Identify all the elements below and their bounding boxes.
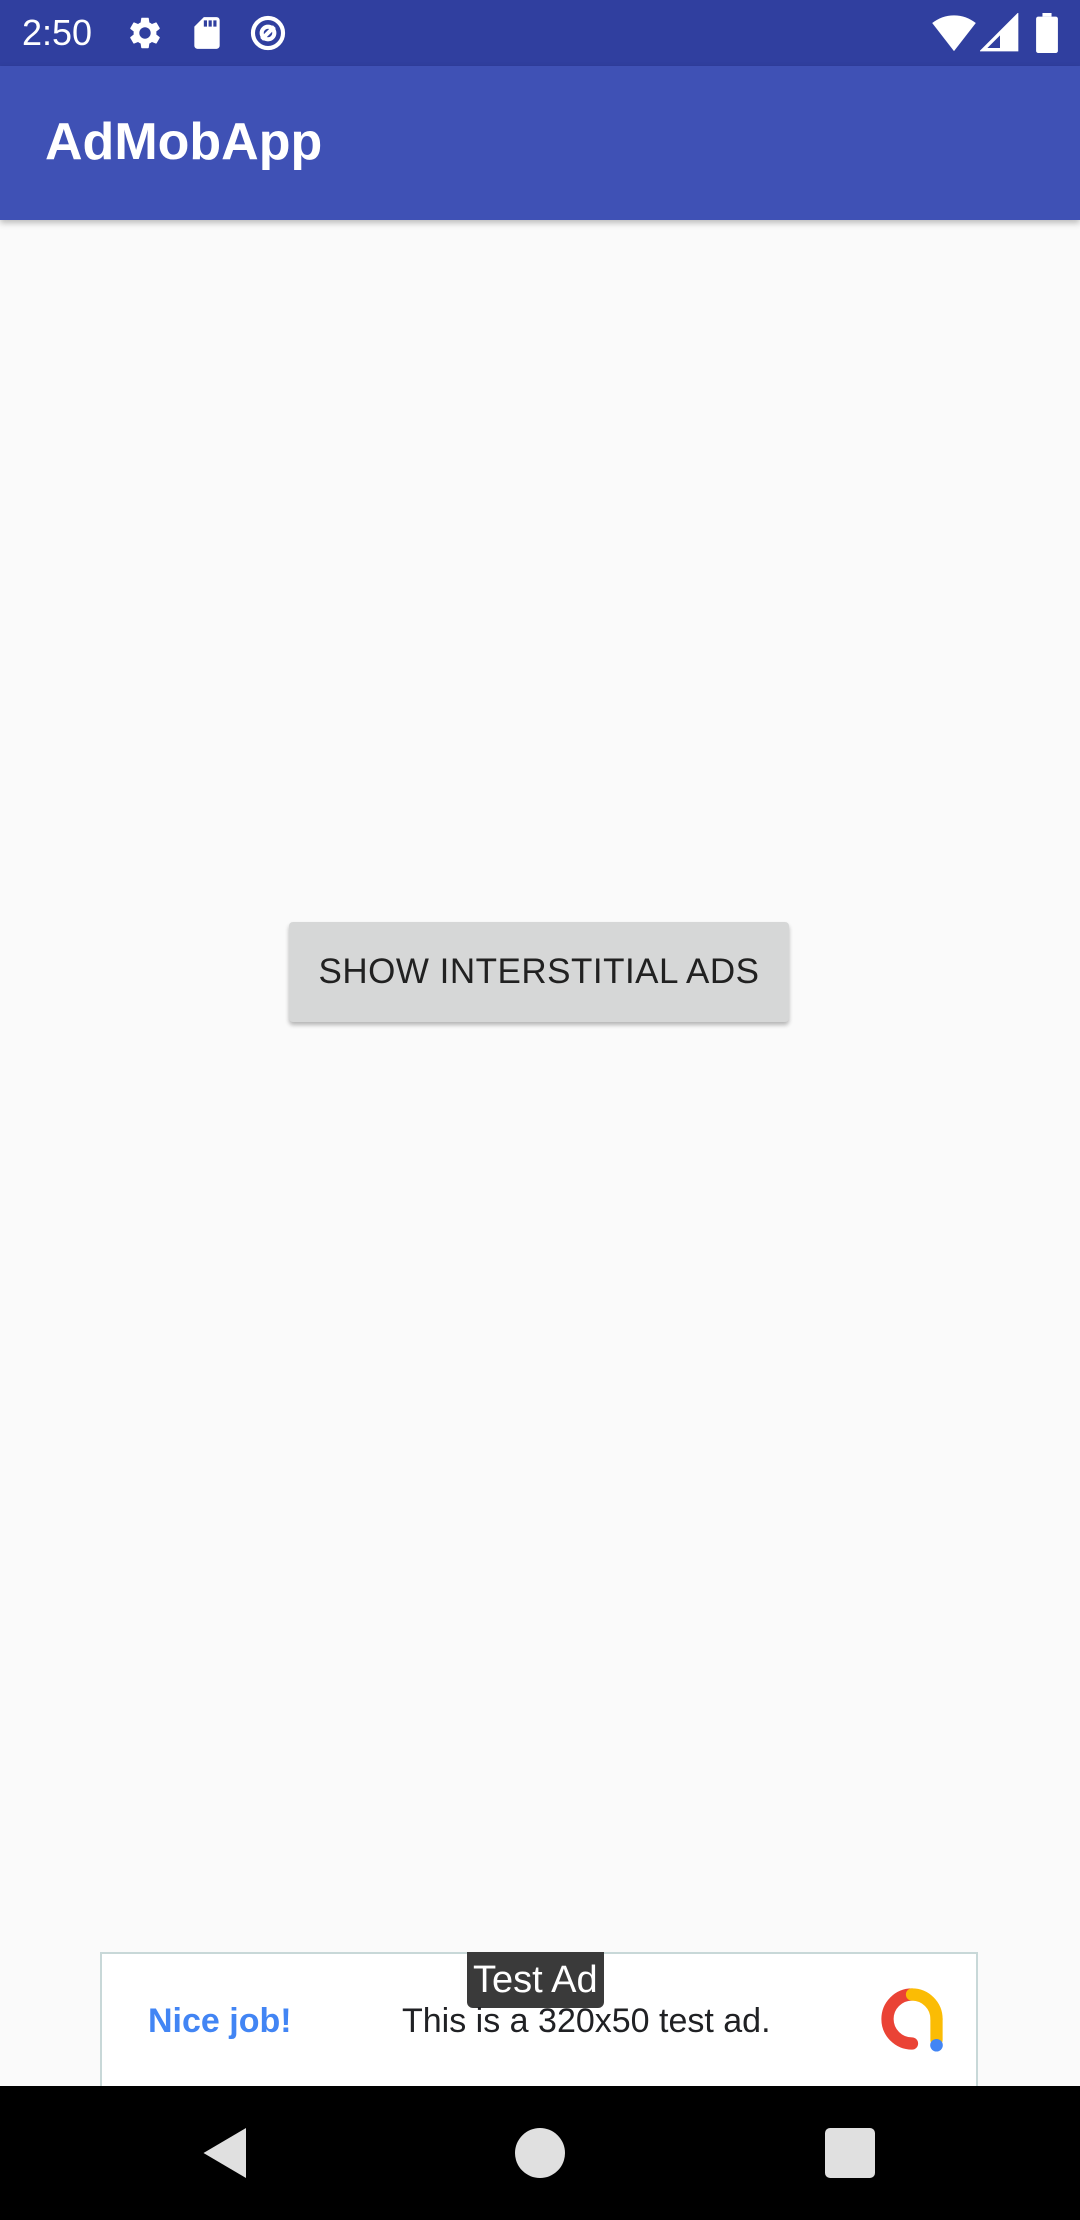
back-icon[interactable] xyxy=(196,2123,256,2183)
recents-icon[interactable] xyxy=(820,2123,880,2183)
status-time: 2:50 xyxy=(22,12,93,53)
sd-card-icon xyxy=(194,17,220,49)
status-bar: 2:50 xyxy=(0,0,1080,66)
test-ad-banner[interactable]: Test Ad Nice job! This is a 320x50 test … xyxy=(100,1952,978,2086)
ad-headline: Nice job! xyxy=(148,2002,292,2040)
battery-icon xyxy=(1036,13,1058,53)
home-icon[interactable] xyxy=(510,2123,570,2183)
main-content: SHOW INTERSTITIAL ADS xyxy=(0,220,1080,2086)
signal-icon xyxy=(980,13,1019,52)
screen: 2:50 AdMobApp SHOW INTERSTITIAL ADS Test… xyxy=(0,0,1080,2220)
app-title: AdMobApp xyxy=(45,113,323,171)
wifi-icon xyxy=(932,15,976,52)
show-interstitial-ads-button[interactable]: SHOW INTERSTITIAL ADS xyxy=(289,922,789,1022)
navigation-bar xyxy=(0,2086,1080,2220)
at-sign-icon xyxy=(250,15,286,51)
gear-icon xyxy=(130,17,160,49)
admob-logo-icon xyxy=(881,1988,943,2052)
ad-body-text: This is a 320x50 test ad. xyxy=(402,2002,771,2040)
app-bar: AdMobApp xyxy=(0,66,1080,220)
